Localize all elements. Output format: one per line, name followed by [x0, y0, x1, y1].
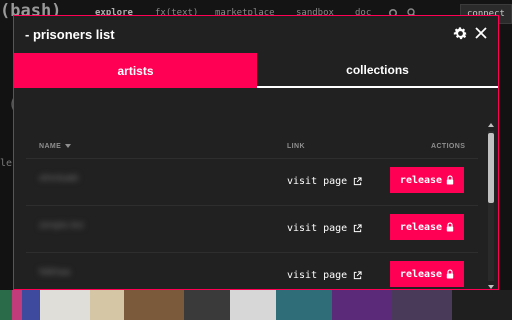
external-link-icon[interactable]	[353, 224, 362, 233]
artwork-thumb[interactable]	[230, 290, 276, 320]
modal-header: - prisoners list	[14, 16, 498, 53]
artwork-thumb[interactable]	[12, 290, 22, 320]
artwork-thumb[interactable]	[124, 290, 184, 320]
artwork-thumb[interactable]	[90, 290, 124, 320]
artwork-thumb[interactable]	[184, 290, 230, 320]
column-actions-label: ACTIONS	[431, 143, 466, 150]
lock-icon	[446, 175, 454, 185]
column-name-label: NAME	[39, 143, 62, 150]
external-link-icon[interactable]	[353, 271, 362, 280]
prisoners-modal: - prisoners list artists collections NAM…	[13, 15, 499, 290]
release-label: release	[399, 174, 443, 186]
row-name: ohmisaki	[39, 173, 79, 184]
lock-icon	[446, 269, 454, 279]
artwork-thumb[interactable]	[392, 290, 452, 320]
tab-bar: artists collections	[14, 53, 498, 105]
column-header-link: LINK	[287, 143, 305, 150]
release-label: release	[399, 268, 443, 280]
artwork-thumb[interactable]	[0, 290, 12, 320]
tab-artists[interactable]: artists	[14, 53, 257, 88]
visit-page-link[interactable]: visit page	[287, 270, 347, 281]
row-name: zenpix.tez	[39, 220, 85, 231]
gear-icon[interactable]	[452, 25, 469, 42]
artwork-thumb[interactable]	[452, 290, 512, 320]
column-link-label: LINK	[287, 143, 305, 150]
table-row: Nikhaa visit page release	[26, 252, 478, 289]
row-name: Nikhaa	[39, 267, 71, 278]
tab-collections[interactable]: collections	[257, 53, 498, 88]
release-button[interactable]: release	[390, 167, 464, 193]
artwork-strip	[0, 290, 512, 320]
artwork-thumb[interactable]	[40, 290, 90, 320]
lock-icon	[446, 222, 454, 232]
release-label: release	[399, 221, 443, 233]
artwork-thumb[interactable]	[276, 290, 332, 320]
release-button[interactable]: release	[390, 214, 464, 240]
side-text: le	[0, 158, 13, 169]
visit-page-link[interactable]: visit page	[287, 223, 347, 234]
artwork-thumb[interactable]	[332, 290, 392, 320]
visit-page-link[interactable]: visit page	[287, 176, 347, 187]
modal-title: - prisoners list	[25, 27, 115, 42]
column-header-actions: ACTIONS	[431, 143, 465, 150]
scroll-thumb[interactable]	[488, 133, 494, 203]
sort-desc-icon	[65, 144, 72, 149]
release-button[interactable]: release	[390, 261, 464, 287]
table-row: zenpix.tez visit page release	[26, 205, 478, 252]
scroll-up-arrow[interactable]	[488, 123, 494, 127]
table-scrollbar[interactable]	[487, 123, 495, 289]
table-row: ohmisaki visit page release	[26, 158, 478, 205]
tab-collections-label: collections	[346, 62, 409, 77]
tab-artists-label: artists	[117, 63, 154, 78]
external-link-icon[interactable]	[353, 177, 362, 186]
column-header-name[interactable]: NAME	[39, 143, 72, 150]
prisoners-table: NAME LINK ACTIONS ohmisaki visit page re…	[14, 106, 498, 289]
close-icon[interactable]	[474, 26, 488, 40]
artwork-thumb[interactable]	[22, 290, 40, 320]
scroll-down-arrow[interactable]	[488, 285, 494, 289]
